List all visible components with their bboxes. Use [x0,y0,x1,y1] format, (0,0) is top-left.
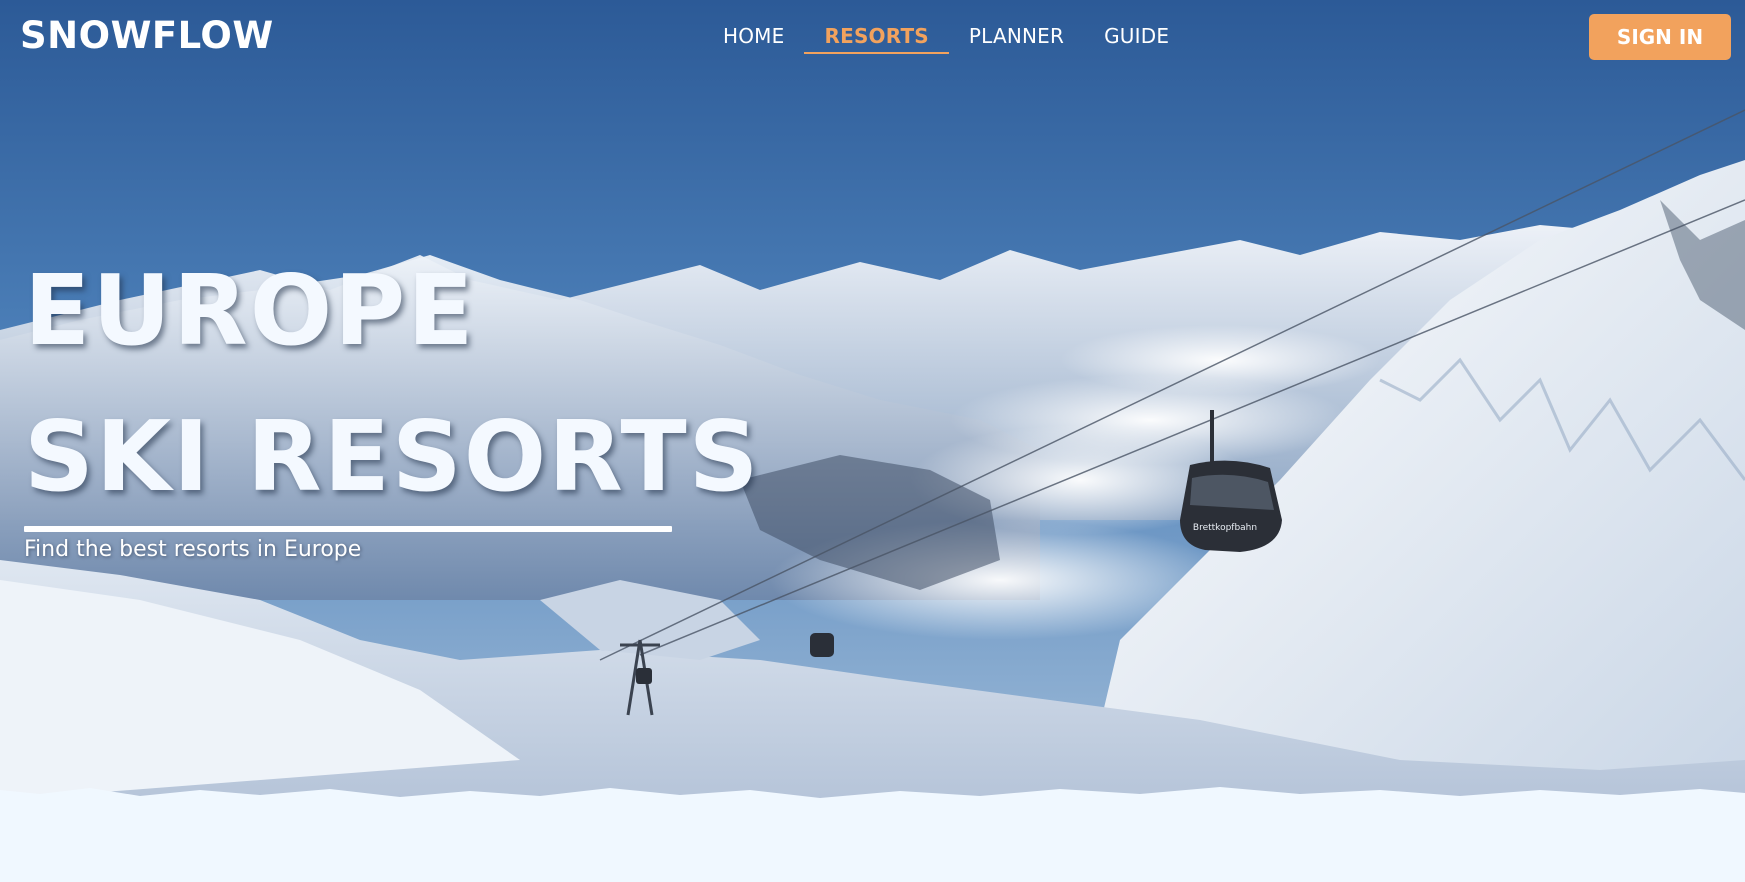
brand-logo[interactable]: SNOWFLOW [20,14,274,57]
top-navigation-bar: SNOWFLOW HOME RESORTS PLANNER GUIDE SIGN… [0,0,1745,74]
gondola-logo-text: Brettkopfbahn [1193,523,1257,533]
torn-paper-edge [0,787,1745,822]
sign-in-button[interactable]: SIGN IN [1589,14,1731,60]
hero-title-line-2: SKI RESORTS [24,400,761,513]
hero-title-line-1: EUROPE [24,254,476,367]
hero-subtitle: Find the best resorts in Europe [24,537,362,562]
main-nav: HOME RESORTS PLANNER GUIDE [703,18,1189,54]
nav-link-planner[interactable]: PLANNER [949,18,1084,54]
nav-link-guide[interactable]: GUIDE [1084,18,1189,54]
nav-link-home[interactable]: HOME [703,18,804,54]
nav-link-resorts[interactable]: RESORTS [804,18,950,54]
hero-section: Brettkopfbahn SNOWFLOW HOME RESORTS PLAN… [0,0,1745,810]
hero-divider [24,526,672,532]
